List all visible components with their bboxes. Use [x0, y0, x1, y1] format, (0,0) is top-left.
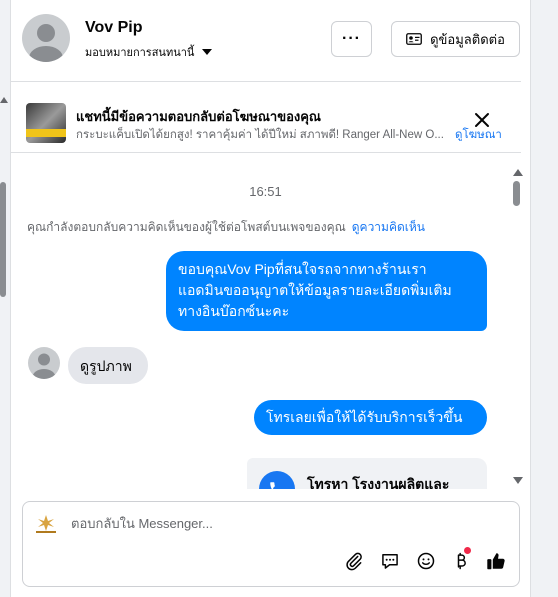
- payment-button[interactable]: [450, 547, 472, 572]
- attach-button[interactable]: [343, 550, 365, 572]
- call-button-card[interactable]: โทรหา โรงงานผลิตและ: [247, 458, 487, 489]
- scroll-down-arrow[interactable]: [513, 477, 523, 484]
- like-icon: [487, 553, 505, 570]
- contact-info-button[interactable]: ดูข้อมูลติดต่อ: [391, 21, 520, 57]
- contact-card-icon: [406, 33, 422, 45]
- avatar[interactable]: [22, 14, 70, 62]
- view-comment-link[interactable]: ดูความคิดเห็น: [352, 220, 425, 234]
- ad-banner-description: กระบะแค็บเปิดได้ยกสูง! ราคาคุ้มค่า ได้ปี…: [76, 129, 444, 141]
- outgoing-message[interactable]: ขอบคุณVov Pipที่สนใจรถจากทางร้านเรา แอดม…: [166, 251, 487, 331]
- paperclip-icon: [346, 552, 362, 571]
- payment-icon: [457, 552, 466, 570]
- emoji-button[interactable]: [415, 550, 437, 572]
- saved-replies-icon: [382, 554, 398, 569]
- message-line: ทางอินบ๊อกซ์นะคะ: [178, 303, 290, 319]
- more-options-button[interactable]: ···: [331, 21, 372, 57]
- message-line: ขอบคุณVov Pipที่สนใจรถจากทางร้านเรา: [178, 261, 427, 277]
- scroll-thumb[interactable]: [0, 182, 6, 297]
- call-card-label: โทรหา โรงงานผลิตและ: [307, 476, 450, 489]
- message-scrollbar[interactable]: [510, 165, 524, 485]
- ad-thumbnail[interactable]: [26, 103, 66, 143]
- assign-label: มอบหมายการสนทนานี้: [85, 47, 195, 59]
- close-icon[interactable]: [474, 112, 490, 128]
- page-logo-icon: [36, 515, 56, 533]
- message-composer: [22, 501, 520, 587]
- message-thread: 16:51 คุณกำลังตอบกลับความคิดเห็นของผู้ใช…: [10, 154, 521, 489]
- ad-reply-banner: แชทนี้มีข้อความตอบกลับต่อโฆษณาของคุณ กระ…: [10, 83, 521, 153]
- comment-reply-note: คุณกำลังตอบกลับความคิดเห็นของผู้ใช้ต่อโพ…: [27, 218, 425, 237]
- contact-name[interactable]: Vov Pip: [85, 19, 143, 37]
- avatar[interactable]: [28, 347, 60, 379]
- message-line: แอดมินขออนุญาตให้ข้อมูลรายละเอียดพิ่มเติ…: [178, 282, 452, 298]
- notification-dot: [464, 547, 471, 554]
- comment-note-text: คุณกำลังตอบกลับความคิดเห็นของผู้ใช้ต่อโพ…: [27, 220, 346, 234]
- assign-conversation-dropdown[interactable]: มอบหมายการสนทนานี้: [85, 43, 213, 61]
- page-scrollbar[interactable]: [0, 0, 8, 597]
- incoming-message[interactable]: ดูรูปภาพ: [68, 347, 148, 384]
- like-button[interactable]: [485, 550, 507, 572]
- conversation-header: Vov Pip มอบหมายการสนทนานี้ ··· ดูข้อมูลต…: [10, 0, 521, 82]
- outgoing-message[interactable]: โทรเลยเพื่อให้ได้รับบริการเร็วขึ้น: [254, 400, 487, 435]
- chevron-down-icon: [202, 49, 213, 55]
- emoji-icon: [417, 552, 435, 570]
- scroll-thumb[interactable]: [513, 181, 520, 206]
- scroll-up-arrow[interactable]: [513, 169, 523, 176]
- more-icon: ···: [342, 30, 361, 47]
- saved-replies-button[interactable]: [379, 550, 401, 572]
- reply-input[interactable]: [71, 516, 471, 531]
- phone-icon: [259, 471, 295, 489]
- view-ad-link[interactable]: ดูโฆษณา: [455, 126, 502, 144]
- message-timestamp: 16:51: [249, 184, 282, 199]
- scroll-up-arrow[interactable]: [0, 97, 8, 103]
- contact-info-label: ดูข้อมูลติดต่อ: [430, 31, 505, 47]
- ad-banner-title: แชทนี้มีข้อความตอบกลับต่อโฆษณาของคุณ: [76, 109, 321, 124]
